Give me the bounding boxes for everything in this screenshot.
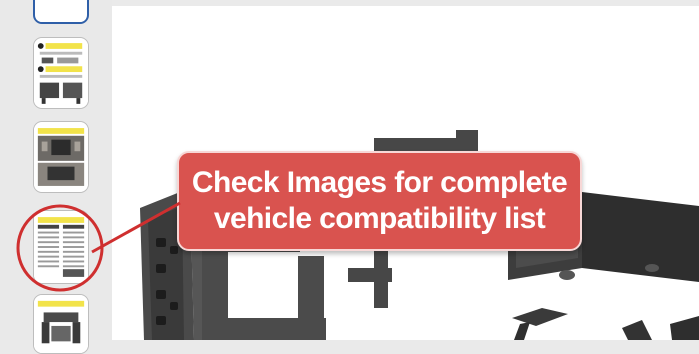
compatibility-callout-banner: Check Images for complete vehicle compat…: [177, 151, 582, 251]
thumbnail-compatibility-list[interactable]: [33, 210, 89, 284]
thumbnail-kit-parts[interactable]: [33, 294, 89, 354]
thumbnail-sidebar: [0, 0, 112, 354]
callout-line-2: vehicle compatibility list: [213, 202, 546, 235]
thumbnail-vehicle-fit-photos[interactable]: [33, 121, 89, 193]
callout-line-1: Check Images for complete: [191, 166, 568, 199]
thumbnail-install-instructions[interactable]: [33, 37, 89, 109]
product-image-viewer[interactable]: Check Images for complete vehicle compat…: [112, 6, 699, 340]
thumbnail-top-partial[interactable]: [33, 0, 89, 24]
